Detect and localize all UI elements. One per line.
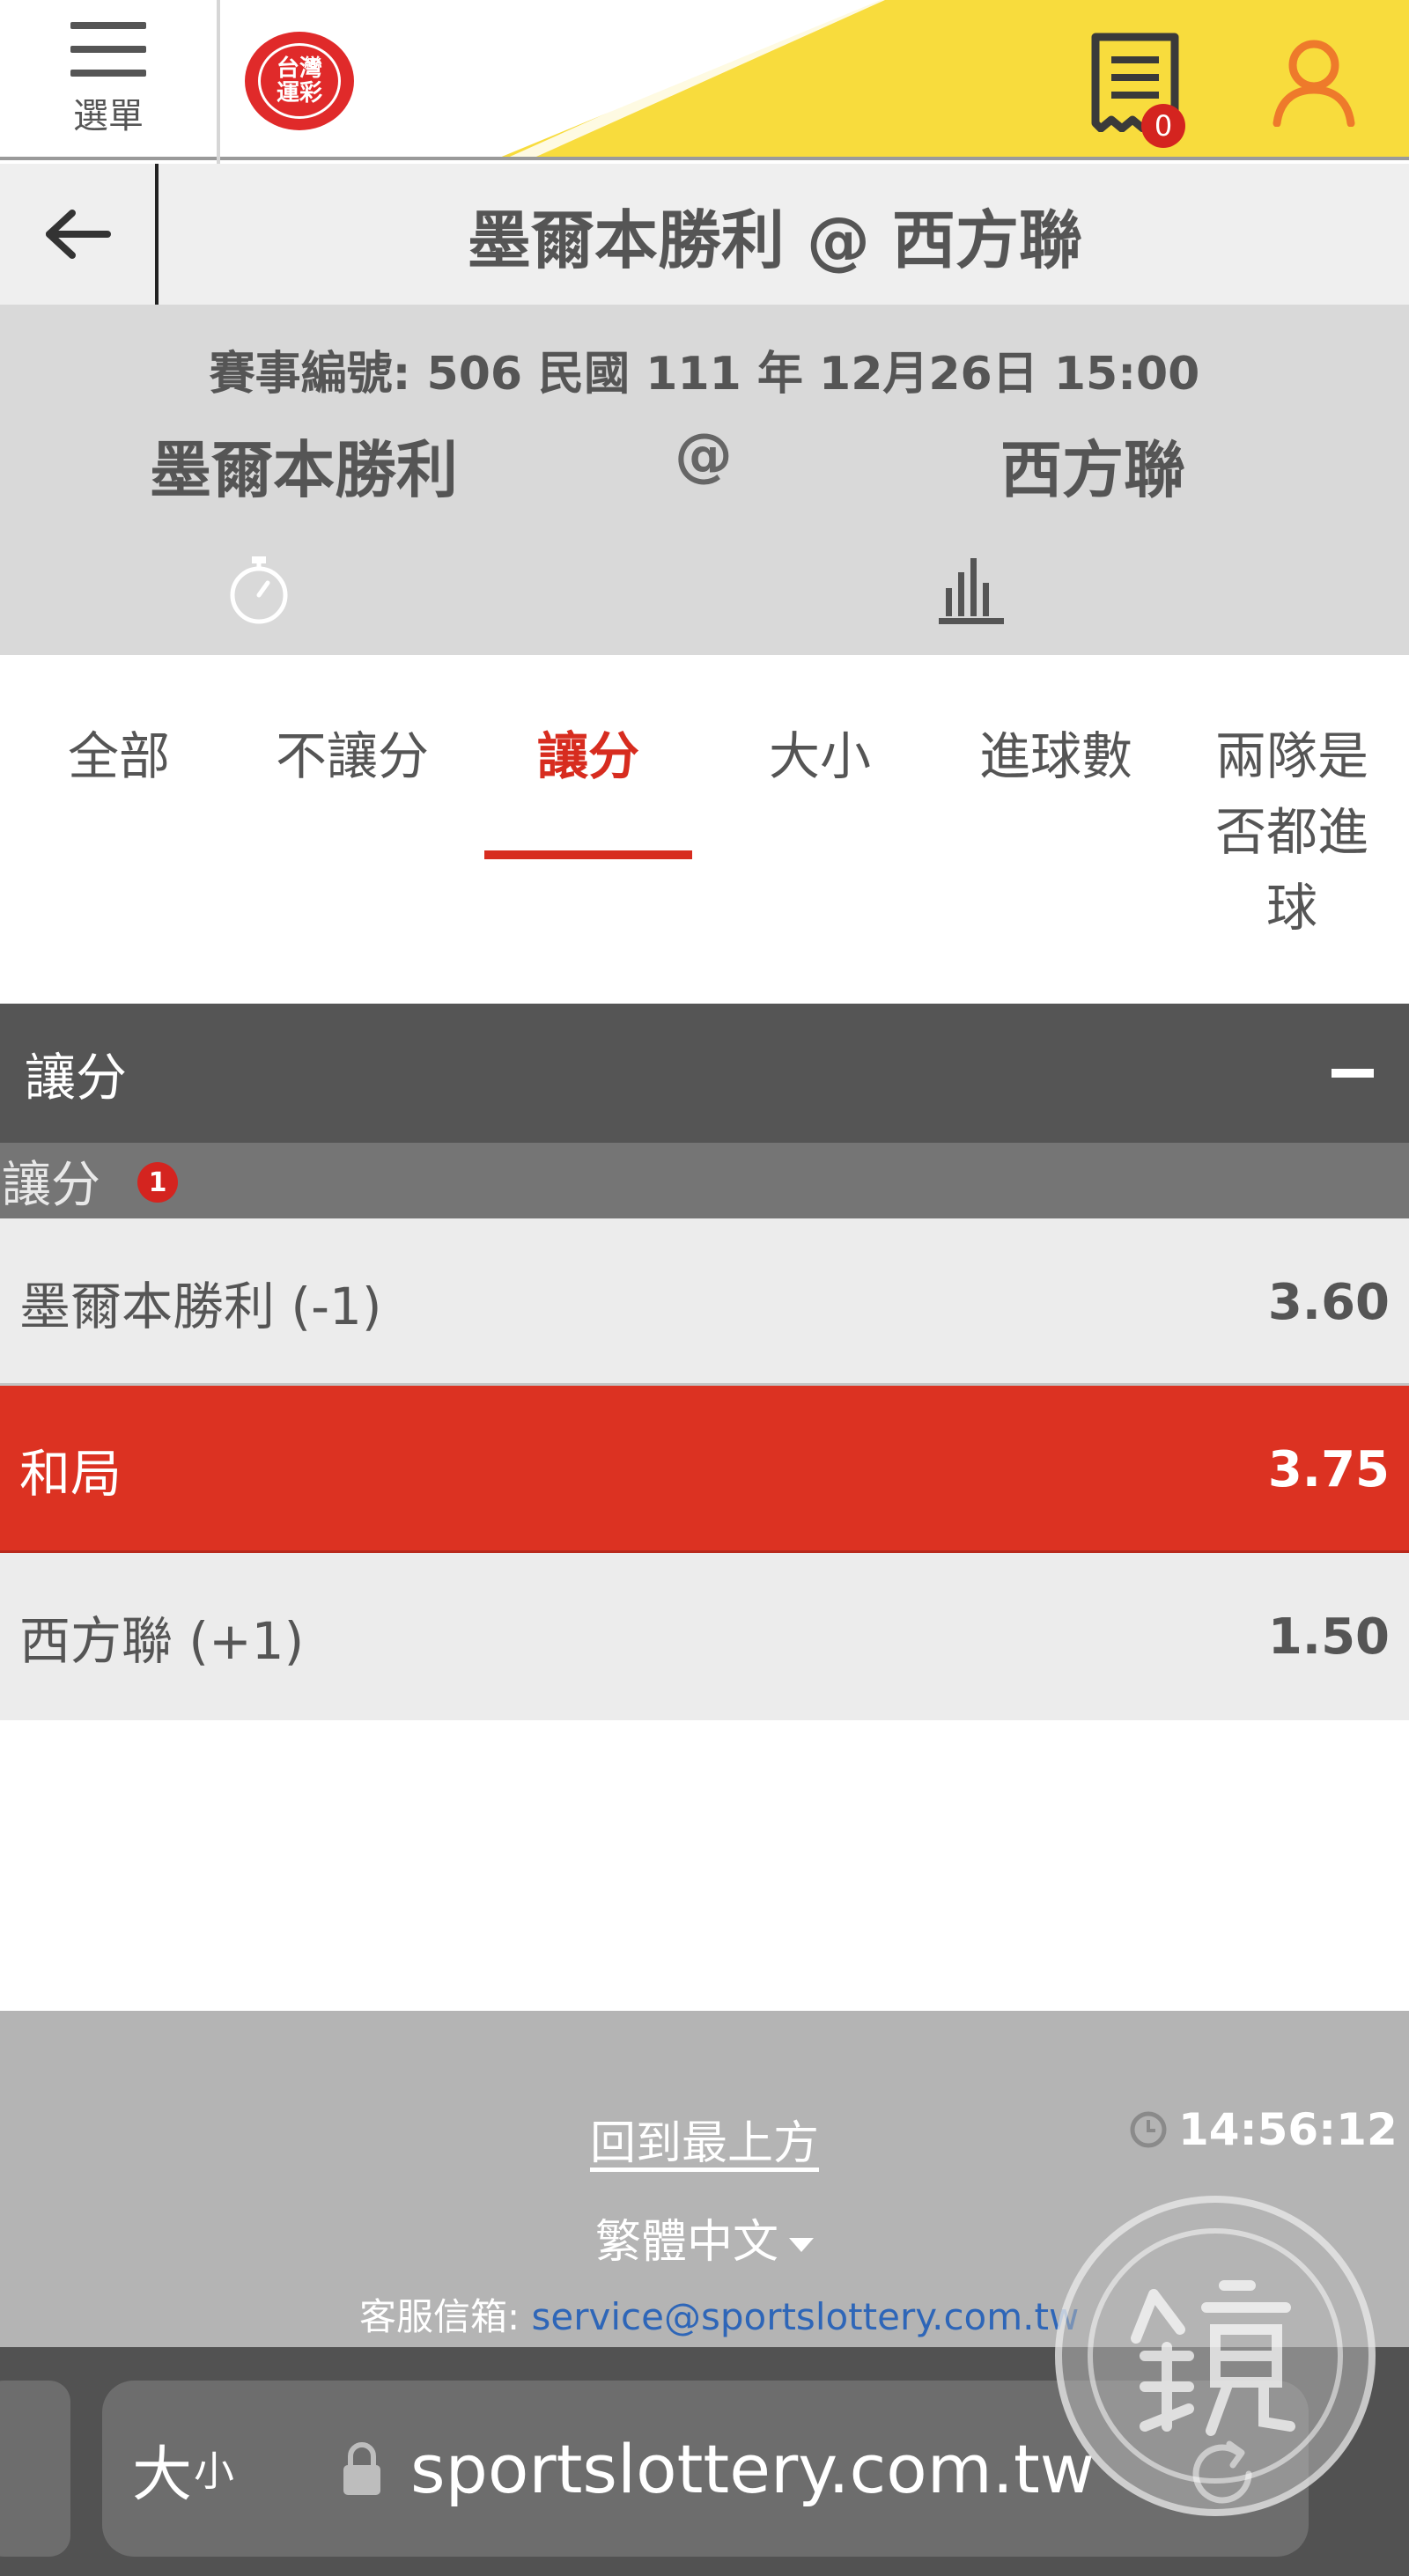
logo-mark: 台灣 運彩 — [258, 43, 341, 119]
sports-lottery-logo[interactable]: 台灣 運彩 — [245, 32, 354, 130]
top-header: 選單 台灣 運彩 0 — [0, 0, 1409, 160]
user-icon[interactable] — [1268, 35, 1360, 127]
away-team: 西方聯 — [1000, 434, 1185, 506]
text-size-button[interactable]: 大小 — [132, 2381, 234, 2557]
selection-price: 1.50 — [1267, 1608, 1390, 1666]
active-tab-indicator — [484, 850, 692, 859]
text-size-big: 大 — [132, 2440, 193, 2510]
hamburger-icon — [70, 22, 146, 77]
tab-over-under[interactable]: 大小 — [763, 718, 877, 794]
url-text[interactable]: sportslottery.com.tw — [410, 2381, 1095, 2557]
match-meta: 賽事編號: 506 民國 111 年 12月26日 15:00 — [209, 348, 1200, 401]
watermark-glyph — [1131, 2280, 1295, 2436]
page-title: 墨爾本勝利 @ 西方聯 — [467, 202, 1083, 277]
service-label: 客服信箱: — [359, 2295, 532, 2338]
match-info-panel: 賽事編號: 506 民國 111 年 12月26日 15:00 墨爾本勝利 @ … — [0, 305, 1409, 655]
server-clock: 14:56:12 — [1129, 2104, 1398, 2155]
watermark-seal — [1088, 2228, 1343, 2484]
tab-no-handicap[interactable]: 不讓分 — [264, 718, 440, 794]
back-button[interactable] — [0, 164, 159, 305]
title-bar: 墨爾本勝利 @ 西方聯 — [0, 164, 1409, 305]
selection-price: 3.75 — [1267, 1440, 1390, 1498]
odds-row[interactable]: 墨爾本勝利 (-1) 3.60 — [0, 1218, 1409, 1386]
language-label: 繁體中文 — [594, 2216, 778, 2269]
tab-both-teams-score[interactable]: 兩隊是 否都進 球 — [1208, 718, 1376, 946]
market-sub-header: 讓分 1 — [0, 1143, 1409, 1218]
bet-slip-count-badge: 0 — [1141, 104, 1185, 148]
caret-down-icon — [789, 2238, 814, 2252]
selection-name: 和局 — [19, 1444, 122, 1504]
mirror-weekly-watermark — [1055, 2196, 1376, 2516]
menu-divider — [217, 0, 220, 185]
selection-price: 3.60 — [1267, 1273, 1390, 1331]
logo-line-1: 台灣 — [276, 55, 322, 82]
menu-label: 選單 — [73, 96, 144, 136]
service-email-link[interactable]: service@sportslottery.com.tw — [532, 2295, 1080, 2338]
selection-name: 西方聯 (+1) — [19, 1611, 305, 1671]
stopwatch-icon[interactable] — [227, 555, 291, 625]
text-size-small: 小 — [194, 2447, 235, 2495]
minus-icon[interactable] — [1332, 1069, 1374, 1078]
home-team: 墨爾本勝利 — [150, 434, 458, 506]
tab-goals[interactable]: 進球數 — [972, 718, 1140, 794]
lock-icon — [343, 2442, 380, 2495]
market-section-header[interactable]: 讓分 — [0, 1004, 1409, 1143]
odds-row-selected[interactable]: 和局 3.75 — [0, 1386, 1409, 1553]
arrow-left-icon — [46, 210, 111, 259]
service-contact: 客服信箱: service@sportslottery.com.tw — [359, 2287, 1079, 2341]
count-badge: 1 — [137, 1162, 178, 1203]
menu-button[interactable]: 選單 — [0, 0, 217, 157]
clock-time: 14:56:12 — [1178, 2104, 1398, 2155]
tab-handicap[interactable]: 讓分 — [528, 718, 648, 794]
clock-icon — [1130, 2111, 1167, 2148]
section-title: 讓分 — [25, 1048, 128, 1108]
browser-tab-stub[interactable] — [0, 2381, 70, 2557]
market-tabs: 全部 不讓分 讓分 大小 進球數 兩隊是 否都進 球 — [0, 655, 1409, 1004]
at-symbol: @ — [675, 421, 733, 489]
bar-chart-icon[interactable] — [935, 553, 1007, 625]
back-to-top-link[interactable]: 回到最上方 — [590, 2117, 819, 2170]
selection-name: 墨爾本勝利 (-1) — [19, 1277, 382, 1336]
tab-all[interactable]: 全部 — [62, 718, 176, 794]
sub-title: 讓分 — [2, 1156, 100, 1214]
language-select[interactable]: 繁體中文 — [595, 2216, 814, 2269]
odds-row[interactable]: 西方聯 (+1) 1.50 — [0, 1553, 1409, 1720]
logo-line-2: 運彩 — [276, 80, 322, 107]
